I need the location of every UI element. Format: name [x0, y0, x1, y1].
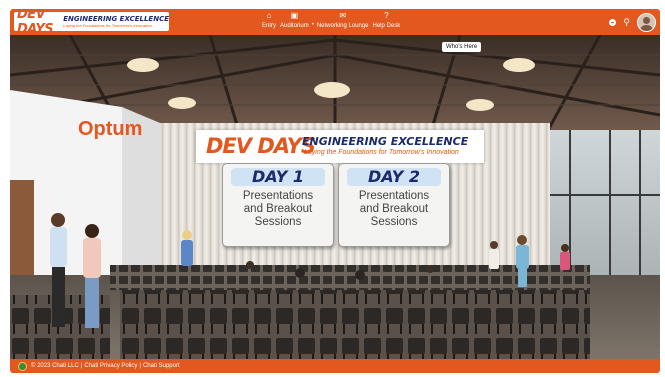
auditorium-icon: ▣ — [290, 11, 299, 20]
logo-dev-days: DEV DAYS — [17, 12, 54, 31]
nav-networking-lounge[interactable]: ✉ Networking Lounge — [315, 11, 371, 35]
dev-days-logo[interactable]: DEV DAYS ENGINEERING EXCELLENCE Laying t… — [14, 12, 169, 31]
nav-auditorium-label: Auditorium — [280, 23, 309, 29]
page-frame: DEV DAYS ENGINEERING EXCELLENCE Laying t… — [0, 0, 665, 377]
day-1-line-2: and Breakout — [243, 203, 313, 215]
app-window: DEV DAYS ENGINEERING EXCELLENCE Laying t… — [10, 9, 660, 373]
virtual-hall-scene: Optum — [10, 35, 660, 359]
user-avatar-icon[interactable] — [637, 12, 656, 32]
nav-help-desk[interactable]: ? Help Desk — [371, 11, 403, 35]
event-banner: DEV DAYS ENGINEERING EXCELLENCE Laying t… — [196, 130, 484, 163]
status-dot-icon[interactable] — [609, 18, 617, 26]
logo-text-group: ENGINEERING EXCELLENCE Laying the Founda… — [63, 15, 169, 28]
home-icon: ⌂ — [266, 11, 272, 20]
day-2-line-1: Presentations — [358, 190, 430, 202]
attendee — [181, 230, 193, 266]
whos-here-button[interactable]: Who's Here — [442, 42, 482, 52]
chat-icon: ✉ — [339, 11, 347, 20]
nav-entry[interactable]: ⌂ Entry — [260, 11, 278, 35]
day-1-line-3: Sessions — [254, 216, 302, 228]
logo-tagline: Laying the Foundations for Tomorrow's In… — [63, 23, 152, 28]
day-2-title: DAY 2 — [347, 168, 441, 186]
header-right-controls: ⚲ — [609, 12, 656, 32]
footer-separator: | — [139, 363, 141, 369]
nav-help-label: Help Desk — [372, 23, 401, 29]
day-2-line-3: Sessions — [370, 216, 418, 228]
day-2-line-2: and Breakout — [359, 203, 429, 215]
day-1-line-1: Presentations — [242, 190, 314, 202]
footer-support-link[interactable]: Chati Support — [143, 363, 180, 369]
nav-networking-label: Networking Lounge — [316, 23, 369, 29]
main-nav: ⌂ Entry ▣ Auditorium • ✉ Networking Loun… — [260, 11, 402, 35]
footer-bar: © 2023 Chati LLC | Chati Privacy Policy … — [10, 359, 660, 373]
day-2-description: Presentations and Breakout Sessions — [339, 190, 449, 229]
seating-front-rows — [120, 290, 590, 359]
attendee — [560, 244, 570, 270]
nav-entry-label: Entry — [262, 23, 277, 29]
logo-engineering-excellence: ENGINEERING EXCELLENCE — [63, 15, 169, 23]
help-icon: ? — [384, 11, 389, 20]
footer-separator: | — [80, 363, 83, 369]
footer-copyright: © 2023 Chati LLC — [31, 363, 79, 369]
top-navigation-bar: DEV DAYS ENGINEERING EXCELLENCE Laying t… — [10, 9, 660, 35]
wall-doorway — [10, 180, 34, 280]
search-icon[interactable]: ⚲ — [623, 17, 630, 28]
banner-tagline: Laying the Foundations for Tomorrow's In… — [304, 149, 459, 156]
banner-dev-days: DEV DAYS — [206, 134, 316, 158]
chati-badge-icon — [18, 361, 27, 371]
attendee — [83, 224, 101, 328]
day-1-card[interactable]: DAY 1 Presentations and Breakout Session… — [222, 163, 334, 247]
day-1-title: DAY 1 — [231, 168, 325, 186]
attendee — [50, 213, 67, 327]
day-2-card[interactable]: DAY 2 Presentations and Breakout Session… — [338, 163, 450, 247]
optum-wall-logo: Optum — [78, 118, 142, 140]
footer-privacy-link[interactable]: Chati Privacy Policy — [84, 363, 137, 369]
nav-auditorium[interactable]: ▣ Auditorium — [278, 11, 311, 35]
banner-engineering-excellence: ENGINEERING EXCELLENCE — [302, 135, 469, 148]
attendee — [489, 241, 499, 269]
nav-separator: • — [311, 22, 314, 28]
day-1-description: Presentations and Breakout Sessions — [223, 190, 333, 229]
